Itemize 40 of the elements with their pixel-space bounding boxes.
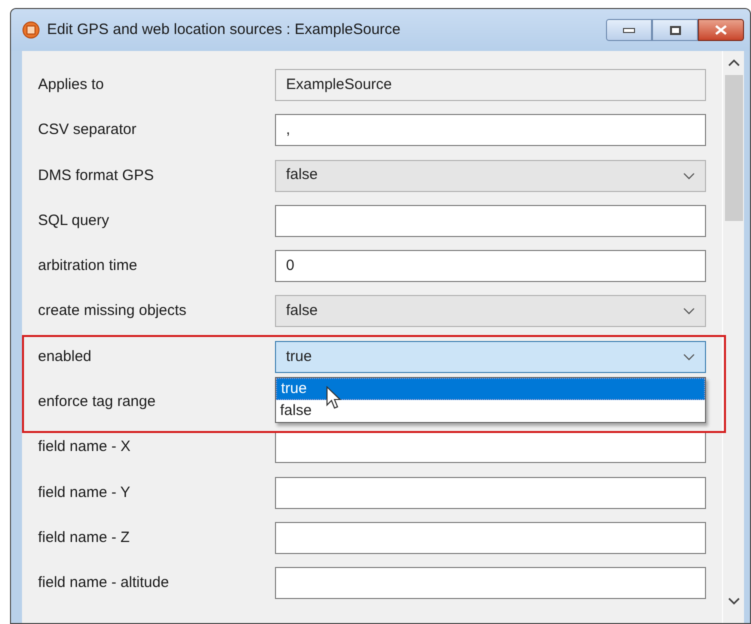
input-field[interactable]: [275, 204, 706, 237]
close-icon: [715, 25, 727, 35]
restore-icon: [670, 26, 680, 34]
chevron-down-icon: [683, 172, 695, 180]
dropdown[interactable]: false: [275, 295, 706, 328]
field-label: enforce tag range: [38, 392, 157, 412]
input-field[interactable]: [275, 522, 706, 554]
input-field[interactable]: [275, 476, 706, 509]
field-label: CSV separator: [38, 120, 138, 140]
field-label: arbitration time: [38, 256, 138, 276]
input-field[interactable]: [275, 567, 706, 600]
field-label: create missing objects: [38, 301, 188, 322]
minimize-button[interactable]: [606, 19, 652, 41]
chevron-down-icon: [683, 352, 695, 361]
scroll-down-icon[interactable]: [728, 597, 740, 605]
field-label: field name - Y: [38, 482, 132, 503]
input-field[interactable]: ExampleSource: [275, 69, 706, 101]
dropdown[interactable]: true: [275, 340, 706, 373]
field-label: field name - Z: [38, 528, 131, 548]
close-button[interactable]: [698, 19, 744, 41]
chevron-down-icon: [683, 307, 695, 316]
window-title: Edit GPS and web location sources : ExampleSource: [47, 20, 401, 40]
mouse-pointer-icon: [326, 386, 342, 410]
input-field[interactable]: [275, 431, 706, 464]
input-field[interactable]: ,: [275, 114, 706, 146]
dropdown-option[interactable]: true: [276, 378, 705, 400]
input-field[interactable]: 0: [275, 250, 706, 282]
scroll-up-icon[interactable]: [728, 59, 740, 67]
app-icon: [21, 20, 41, 40]
field-label: Applies to: [38, 75, 105, 95]
field-label: field name - altitude: [38, 573, 170, 594]
dropdown-option[interactable]: false: [276, 400, 705, 422]
field-label: SQL query: [38, 210, 110, 231]
scrollbar-thumb[interactable]: [724, 75, 742, 221]
dropdown[interactable]: false: [275, 160, 706, 192]
maximize-button[interactable]: [652, 19, 698, 41]
minimize-icon: [623, 28, 635, 32]
field-label: enabled: [38, 346, 92, 367]
field-label: DMS format GPS: [38, 166, 155, 186]
field-label: field name - X: [38, 437, 132, 458]
